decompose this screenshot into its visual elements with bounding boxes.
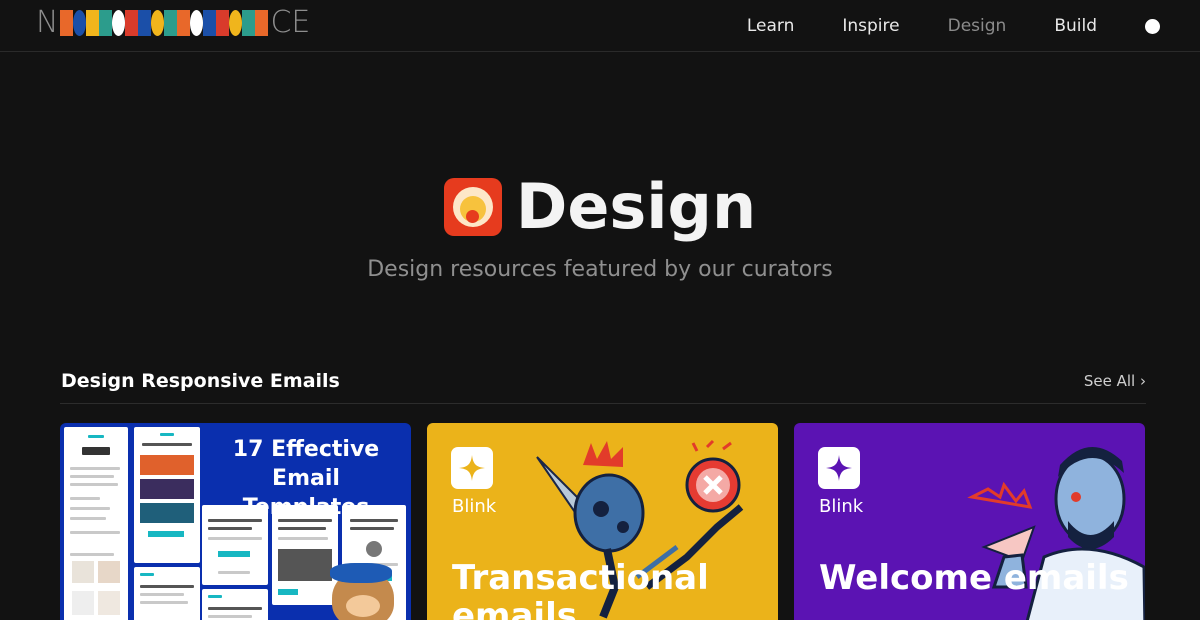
- logo-tile: [86, 10, 100, 36]
- blink-logo-icon: [451, 447, 493, 489]
- template-thumbnail: [134, 427, 200, 563]
- logo-tile: [99, 10, 113, 36]
- resource-card-list: 17 Effective Email Templates Blink Trans…: [60, 423, 1146, 620]
- nav-item-build[interactable]: Build: [1054, 16, 1097, 36]
- template-thumbnail: [202, 589, 268, 620]
- design-category-icon: [443, 177, 502, 236]
- logo-tile: [242, 10, 256, 36]
- monkey-mascot-icon: [330, 563, 394, 620]
- logo-tile: [164, 10, 178, 36]
- top-navigation-bar: N CE Learn Inspire Design Build: [0, 0, 1200, 52]
- section-header: Design Responsive Emails See All ›: [60, 366, 1146, 404]
- resource-card-welcome-emails[interactable]: Blink Welcome emails: [794, 423, 1145, 620]
- logo-tile: [255, 10, 269, 36]
- logo-tile: [125, 10, 139, 36]
- see-all-label: See All: [1083, 372, 1136, 390]
- page-subtitle: Design resources featured by our curator…: [367, 257, 833, 282]
- logo-tile: [203, 10, 217, 36]
- nav-item-inspire[interactable]: Inspire: [842, 16, 899, 36]
- nav-item-design[interactable]: Design: [948, 16, 1007, 36]
- site-logo[interactable]: N CE: [36, 8, 310, 38]
- card-brand-label: Blink: [452, 496, 497, 517]
- card-title-line-1: 17 Effective Email: [232, 437, 380, 491]
- card-title: Transactional emails: [452, 558, 709, 620]
- primary-nav: Learn Inspire Design Build: [699, 0, 1160, 52]
- logo-tile: [60, 10, 74, 36]
- template-thumbnail: [134, 567, 200, 620]
- logo-letter-start: N: [36, 5, 59, 40]
- theme-toggle-icon[interactable]: [1145, 18, 1160, 34]
- logo-letter-end: CE: [270, 5, 311, 40]
- logo-tile: [73, 10, 87, 36]
- page-hero: Design Design resources featured by our …: [0, 170, 1200, 282]
- card-brand-label: Blink: [819, 496, 864, 517]
- logo-tile: [151, 10, 165, 36]
- logo-tile: [216, 10, 230, 36]
- card-title: 17 Effective Email Templates: [208, 435, 404, 522]
- page-title-group: Design: [443, 170, 757, 243]
- logo-tile: [112, 10, 126, 36]
- logo-tile: [138, 10, 152, 36]
- logo-pattern-tiles: [60, 10, 269, 36]
- blink-logo-icon: [818, 447, 860, 489]
- see-all-link[interactable]: See All ›: [1084, 372, 1146, 390]
- template-thumbnail: [64, 427, 128, 620]
- page-title: Design: [515, 170, 757, 243]
- card-title: Welcome emails: [819, 558, 1129, 598]
- nav-item-learn[interactable]: Learn: [747, 16, 795, 36]
- chevron-right-icon: ›: [1140, 372, 1146, 390]
- section-title: Design Responsive Emails: [61, 370, 340, 392]
- resource-card-transactional-emails[interactable]: Blink Transactional emails: [427, 423, 778, 620]
- logo-tile: [229, 10, 243, 36]
- logo-tile: [177, 10, 191, 36]
- logo-tile: [190, 10, 204, 36]
- resource-card-email-templates[interactable]: 17 Effective Email Templates: [60, 423, 411, 620]
- card-title-line-2: Templates: [242, 495, 370, 520]
